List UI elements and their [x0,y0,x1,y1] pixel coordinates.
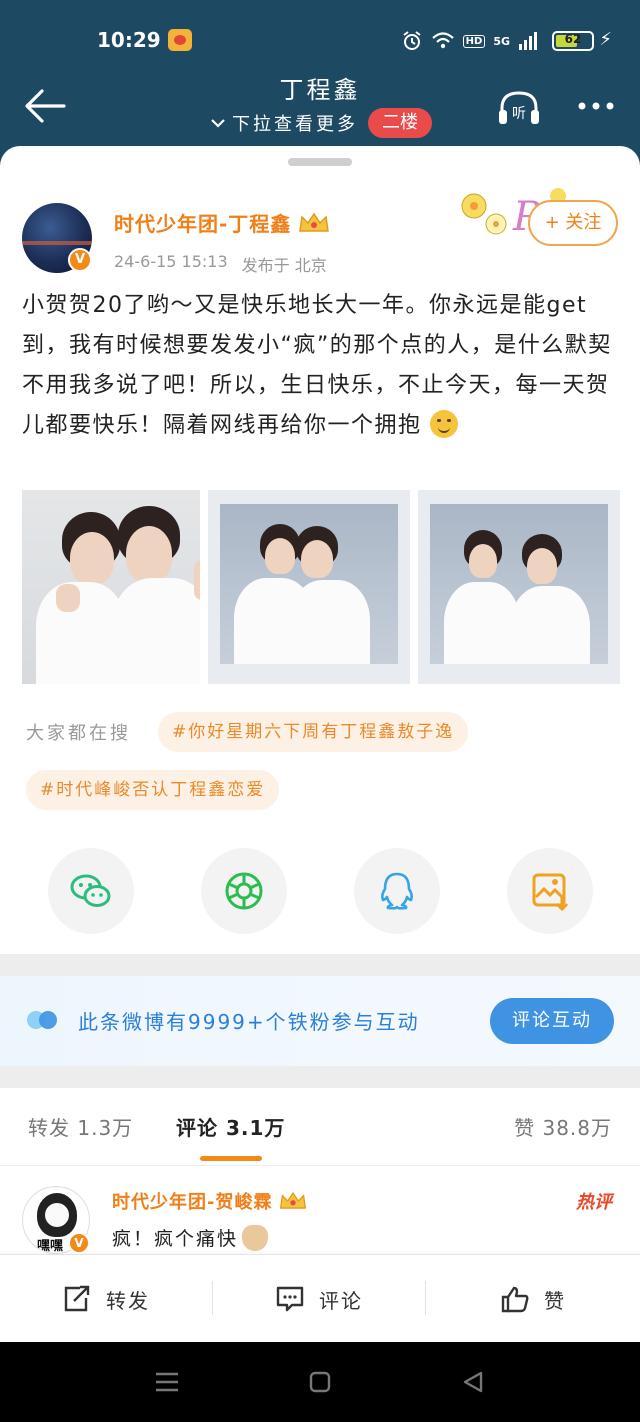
verified-badge: V [68,1232,90,1254]
trending-tag[interactable]: #你好星期六下周有丁程鑫敖子逸 [158,712,469,752]
chevron-down-icon [211,119,225,128]
share-moments-button[interactable] [201,848,287,934]
comment-item: 嘿嘿 V 时代少年团-贺峻霖 疯！疯个痛快 热评 [0,1168,640,1258]
comment-icon [276,1286,304,1312]
section-divider [0,1066,640,1088]
repost-label: 转发 [106,1288,150,1313]
commenter-name[interactable]: 时代少年团-贺峻霖 [112,1188,308,1214]
repost-button[interactable]: 转发 [0,1255,212,1342]
post-body: 小贺贺20了哟～又是快乐地长大一年。你永远是能get到，我有时候想要发发小“疯”… [22,286,622,446]
battery-level: 62 [564,32,582,46]
commenter-avatar-text: 嘿嘿 [37,1239,64,1254]
comment-button[interactable]: 评论 [213,1255,425,1342]
comment-interact-button[interactable]: 评论互动 [490,998,614,1044]
fans-interaction-text: 此条微博有9999+个铁粉参与互动 [78,1010,420,1034]
top-bar: 10:29 HD 5G 62 ⚡ 丁程鑫 下拉查看更多 二楼 听 [0,0,640,165]
cat-emoji-icon [242,1224,269,1251]
bottom-action-bar: 转发 评论 赞 [0,1254,640,1342]
interaction-tabs: 转发 1.3万 评论 3.1万 赞 38.8万 [0,1088,640,1166]
alarm-icon [403,31,421,50]
crown-badge-icon [280,1191,307,1209]
comment-label: 评论 [319,1288,363,1313]
post-image-3[interactable] [418,490,620,684]
commenter-name-label: 时代少年团-贺峻霖 [112,1192,273,1213]
qq-icon [381,872,413,910]
tab-like[interactable]: 赞 38.8万 [514,1112,612,1141]
signal-icon [519,32,537,50]
share-qq-button[interactable] [354,848,440,934]
tab-repost[interactable]: 转发 1.3万 [28,1112,133,1141]
comment-text: 疯！疯个痛快 [112,1224,269,1251]
network-type: 5G [493,34,510,48]
post-meta: 24-6-15 15:13 发布于 北京 [114,252,327,276]
listen-headphones-icon[interactable]: 听 [496,88,542,128]
status-icons: HD 5G [401,30,538,52]
wechat-icon [70,874,111,907]
charging-icon: ⚡ [599,29,612,50]
system-nav-bar [0,1342,640,1422]
trending-tag[interactable]: #时代峰峻否认丁程鑫恋爱 [26,770,280,810]
comment-text-label: 疯！疯个痛快 [112,1228,239,1250]
pull-down-hint[interactable]: 下拉查看更多 [210,110,358,136]
battery-icon: 62 [552,31,594,51]
hot-comment-badge: 热评 [576,1192,612,1213]
save-image-button[interactable] [507,848,593,934]
active-tab-indicator [200,1156,262,1161]
weibo-notification-icon [168,29,192,51]
like-button[interactable]: 赞 [426,1255,640,1342]
share-row [48,848,593,934]
more-options-icon[interactable] [576,94,616,118]
verified-badge: V [68,248,92,272]
status-time: 10:29 [97,28,161,52]
back-nav-icon[interactable] [462,1370,484,1394]
pull-down-label: 下拉查看更多 [232,114,358,135]
tab-comment[interactable]: 评论 3.1万 [176,1112,285,1141]
recent-apps-icon[interactable] [154,1370,180,1394]
share-wechat-button[interactable] [48,848,134,934]
post-image-2[interactable] [208,490,410,684]
author-name[interactable]: 时代少年团-丁程鑫 [114,208,331,237]
second-floor-badge[interactable]: 二楼 [368,108,432,138]
status-bar: 10:29 HD 5G 62 ⚡ [0,28,640,56]
author-name-label: 时代少年团-丁程鑫 [114,212,292,236]
thumbs-up-icon [501,1286,529,1313]
fans-interaction-banner: 此条微博有9999+个铁粉参与互动 评论互动 [0,976,640,1066]
post-location: 发布于 北京 [241,256,327,275]
section-divider [0,954,640,976]
post-date: 24-6-15 15:13 [114,252,228,271]
meme-face-icon [37,1193,77,1237]
hd-icon: HD [462,34,486,48]
svg-text:听: 听 [512,106,526,122]
wifi-icon [431,32,454,49]
post-text: 小贺贺20了哟～又是快乐地长大一年。你永远是能get到，我有时候想要发发小“疯”… [22,293,612,438]
like-label: 赞 [544,1288,566,1313]
home-icon[interactable] [308,1370,332,1394]
moments-icon [225,872,263,910]
follow-button[interactable]: + 关注 [528,200,618,246]
page-title: 丁程鑫 [279,76,361,104]
fans-bubble-icon [27,1011,57,1029]
crown-badge-icon [299,212,330,232]
photo-grid [22,490,620,684]
trending-search-label: 大家都在搜 [26,723,131,744]
repost-icon [64,1285,90,1312]
sheet-grabber[interactable] [288,158,352,166]
save-image-icon [532,873,569,912]
post-image-1[interactable] [22,490,200,684]
hugging-face-emoji-icon [430,410,459,438]
post-card: V 时代少年团-丁程鑫 24-6-15 15:13 发布于 北京 P + 关注 … [0,146,640,1342]
